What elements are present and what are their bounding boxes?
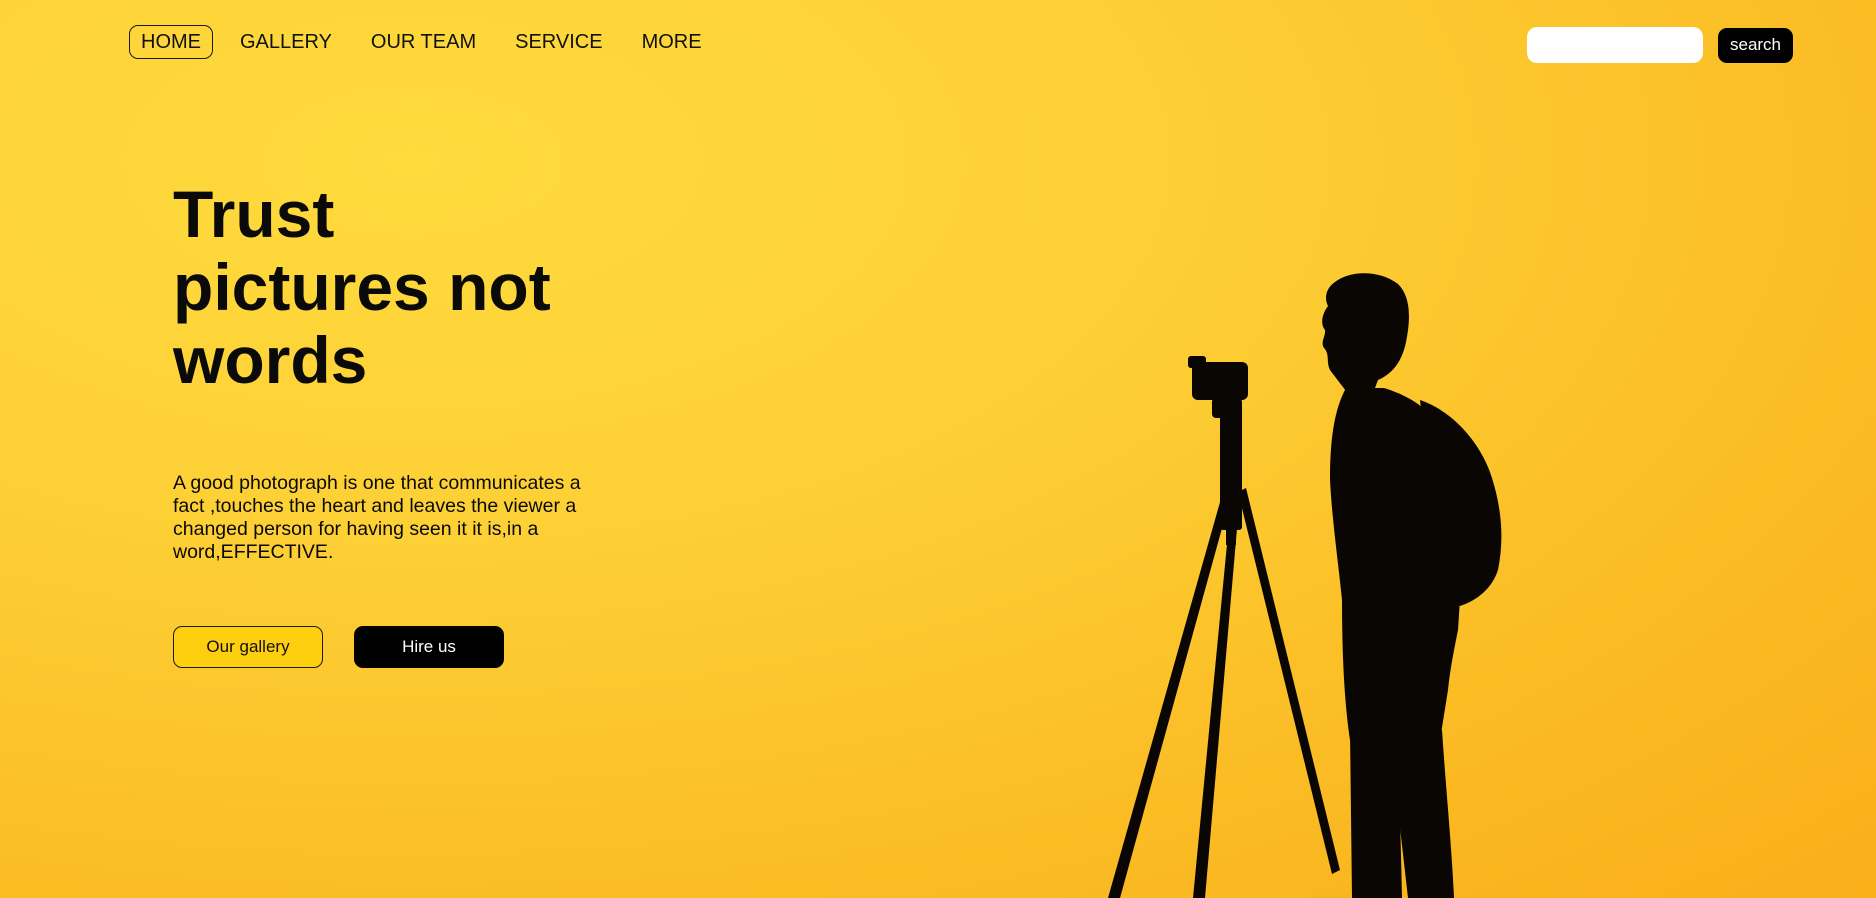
hero-title: Trust pictures not words [173, 177, 551, 397]
our-gallery-button[interactable]: Our gallery [173, 626, 323, 668]
photographer-silhouette-image [1108, 273, 1502, 898]
nav-more-link[interactable]: MORE [630, 25, 714, 59]
search-form: search [1527, 27, 1793, 63]
nav-service-link[interactable]: SERVICE [503, 25, 614, 59]
main-nav: HOME GALLERY OUR TEAM SERVICE MORE [129, 25, 729, 59]
search-button[interactable]: search [1718, 27, 1793, 63]
hero-description: A good photograph is one that communicat… [173, 472, 581, 563]
nav-gallery-link[interactable]: GALLERY [228, 25, 344, 59]
search-input[interactable] [1527, 27, 1703, 63]
nav-our-team-link[interactable]: OUR TEAM [359, 25, 488, 59]
nav-home-link[interactable]: HOME [129, 25, 213, 59]
hire-us-button[interactable]: Hire us [354, 626, 504, 668]
